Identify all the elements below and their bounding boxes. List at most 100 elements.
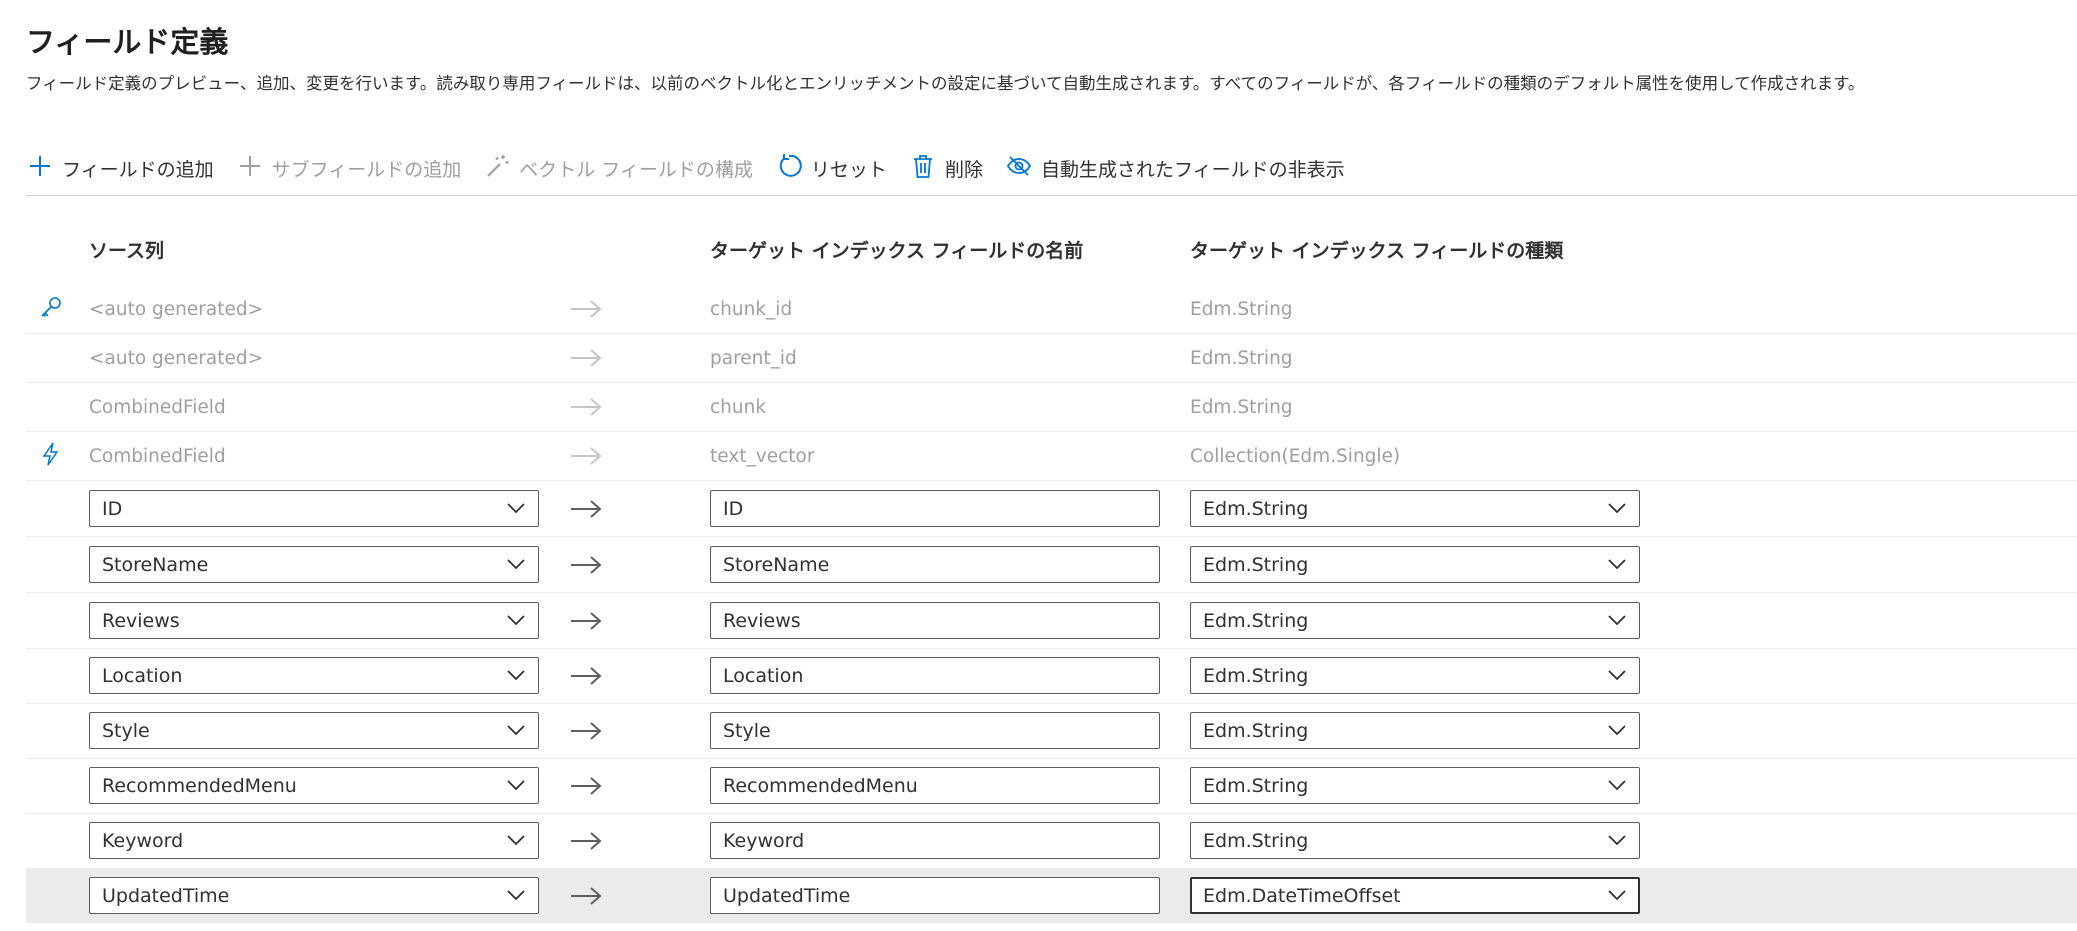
hide-autogenerated-button[interactable]: 自動生成されたフィールドの非表示: [1005, 152, 1345, 185]
lightning-icon: [38, 441, 64, 472]
chevron-down-icon: [506, 885, 526, 907]
target-type-dropdown[interactable]: Edm.DateTimeOffset: [1190, 877, 1640, 914]
dropdown-value: UpdatedTime: [102, 884, 230, 907]
chevron-down-icon: [506, 720, 526, 742]
source-value: <auto generated>: [89, 347, 264, 369]
chevron-down-icon: [506, 498, 526, 520]
chevron-down-icon: [1607, 885, 1627, 907]
arrow-right-icon: [564, 813, 608, 868]
target-type-value: Edm.String: [1190, 347, 1293, 369]
delete-button[interactable]: 削除: [909, 152, 983, 185]
source-column-dropdown[interactable]: Keyword: [89, 822, 539, 859]
refresh-icon: [775, 152, 803, 185]
chevron-down-icon: [1607, 665, 1627, 687]
source-column-dropdown[interactable]: StoreName: [89, 546, 539, 583]
chevron-down-icon: [1607, 498, 1627, 520]
chevron-down-icon: [1607, 830, 1627, 852]
dropdown-value: Edm.String: [1203, 774, 1309, 797]
target-name-value: chunk_id: [710, 298, 793, 320]
key-icon: [38, 294, 64, 325]
add-field-button[interactable]: フィールドの追加: [26, 152, 214, 185]
arrow-right-icon: [564, 868, 608, 923]
dropdown-value: Style: [102, 719, 150, 742]
source-column-dropdown[interactable]: RecommendedMenu: [89, 767, 539, 804]
configure-vector-field-button[interactable]: ベクトル フィールドの構成: [483, 152, 753, 185]
table-row: <auto generated> parent_id Edm.String: [26, 334, 2077, 383]
arrow-right-icon: [564, 383, 608, 431]
target-type-value: Collection(Edm.Single): [1190, 445, 1401, 467]
table-row: Location Location Edm.String: [26, 648, 2077, 704]
target-type-dropdown[interactable]: Edm.String: [1190, 657, 1640, 694]
target-type-dropdown[interactable]: Edm.String: [1190, 712, 1640, 749]
arrow-right-icon: [564, 593, 608, 648]
table-row: Style Style Edm.String: [26, 703, 2077, 759]
arrow-right-icon: [564, 334, 608, 382]
target-type-value: Edm.String: [1190, 298, 1293, 320]
target-name-input[interactable]: Keyword: [710, 822, 1160, 859]
table-row: RecommendedMenu RecommendedMenu Edm.Stri…: [26, 758, 2077, 814]
chevron-down-icon: [1607, 720, 1627, 742]
source-value: CombinedField: [89, 445, 226, 467]
chevron-down-icon: [506, 610, 526, 632]
arrow-right-icon: [564, 758, 608, 813]
table-row: ID ID Edm.String: [26, 481, 2077, 537]
target-type-dropdown[interactable]: Edm.String: [1190, 546, 1640, 583]
hide-autogenerated-label: 自動生成されたフィールドの非表示: [1040, 158, 1345, 181]
chevron-down-icon: [506, 830, 526, 852]
configure-vector-label: ベクトル フィールドの構成: [519, 158, 753, 181]
arrow-right-icon: [564, 285, 608, 333]
target-type-dropdown[interactable]: Edm.String: [1190, 490, 1640, 527]
dropdown-value: Edm.String: [1203, 719, 1309, 742]
source-value: <auto generated>: [89, 298, 264, 320]
plus-icon: [26, 152, 54, 185]
dropdown-value: Edm.String: [1203, 609, 1309, 632]
add-subfield-button[interactable]: サブフィールドの追加: [236, 152, 462, 185]
toolbar-divider: [26, 195, 2077, 196]
target-name-input[interactable]: Reviews: [710, 602, 1160, 639]
dropdown-value: Reviews: [102, 609, 180, 632]
dropdown-value: Edm.String: [1203, 497, 1309, 520]
reset-button[interactable]: リセット: [775, 152, 887, 185]
trash-icon: [909, 152, 937, 185]
dropdown-value: ID: [102, 497, 123, 520]
dropdown-value: Edm.String: [1203, 664, 1309, 687]
target-name-value: chunk: [710, 396, 767, 418]
table-row: CombinedField chunk Edm.String: [26, 383, 2077, 432]
table-row: CombinedField text_vector Collection(Edm…: [26, 432, 2077, 481]
dropdown-value: Location: [102, 664, 183, 687]
source-value: CombinedField: [89, 396, 226, 418]
target-type-dropdown[interactable]: Edm.String: [1190, 602, 1640, 639]
magic-wand-icon: [483, 152, 511, 185]
page-title: フィールド定義: [26, 25, 229, 59]
table-row: Reviews Reviews Edm.String: [26, 593, 2077, 649]
plus-icon: [236, 152, 264, 185]
source-column-dropdown[interactable]: Style: [89, 712, 539, 749]
source-column-dropdown[interactable]: Reviews: [89, 602, 539, 639]
header-target-name: ターゲット インデックス フィールドの名前: [710, 240, 1084, 262]
chevron-down-icon: [506, 554, 526, 576]
target-name-value: parent_id: [710, 347, 797, 369]
source-column-dropdown[interactable]: ID: [89, 490, 539, 527]
source-column-dropdown[interactable]: Location: [89, 657, 539, 694]
target-name-input[interactable]: RecommendedMenu: [710, 767, 1160, 804]
header-source-column: ソース列: [89, 240, 165, 262]
target-type-dropdown[interactable]: Edm.String: [1190, 767, 1640, 804]
chevron-down-icon: [1607, 775, 1627, 797]
chevron-down-icon: [506, 665, 526, 687]
target-name-input[interactable]: Location: [710, 657, 1160, 694]
command-bar: フィールドの追加 サブフィールドの追加 ベクトル フィールドの構成 リセット 削…: [26, 146, 1345, 190]
arrow-right-icon: [564, 703, 608, 758]
dropdown-value: StoreName: [102, 553, 209, 576]
dropdown-value: Edm.String: [1203, 553, 1309, 576]
source-column-dropdown[interactable]: UpdatedTime: [89, 877, 539, 914]
table-row: <auto generated> chunk_id Edm.String: [26, 285, 2077, 334]
target-name-input[interactable]: Style: [710, 712, 1160, 749]
target-name-input[interactable]: StoreName: [710, 546, 1160, 583]
reset-label: リセット: [810, 158, 887, 181]
target-name-input[interactable]: UpdatedTime: [710, 877, 1160, 914]
add-field-label: フィールドの追加: [62, 158, 214, 181]
dropdown-value: RecommendedMenu: [102, 774, 297, 797]
target-name-input[interactable]: ID: [710, 490, 1160, 527]
add-subfield-label: サブフィールドの追加: [271, 158, 462, 181]
target-type-dropdown[interactable]: Edm.String: [1190, 822, 1640, 859]
